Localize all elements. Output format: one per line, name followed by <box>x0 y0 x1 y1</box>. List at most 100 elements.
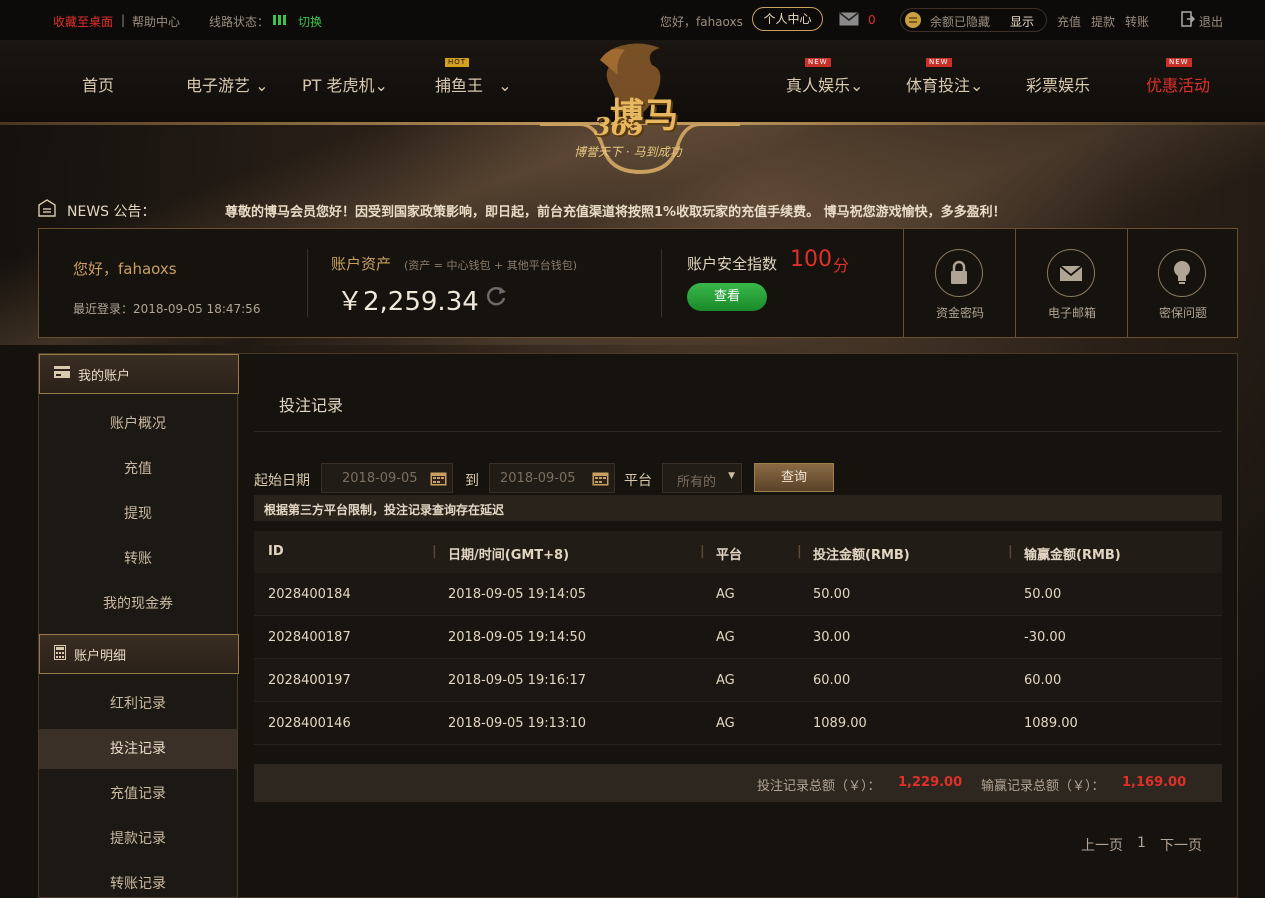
sidebar-item-overview[interactable]: 账户概况 <box>39 404 237 444</box>
table-row: 2028400184 2018-09-05 19:14:05 AG 50.00 … <box>254 573 1222 616</box>
total-win-value: 1,169.00 <box>1122 775 1187 790</box>
cell-datetime: 2018-09-05 19:13:10 <box>448 716 587 731</box>
show-balance-link[interactable]: 显示 <box>1010 13 1034 30</box>
account-summary-card: 您好，fahaoxs 最近登录：2018-09-05 18:47:56 账户资产… <box>38 228 1238 338</box>
table-row: 2028400197 2018-09-05 19:16:17 AG 60.00 … <box>254 659 1222 702</box>
hot-badge: HOT <box>445 58 470 67</box>
fund-password-tile[interactable]: 资金密码 <box>903 229 1015 337</box>
sidebar-item-deposit[interactable]: 充值 <box>39 449 237 489</box>
query-button[interactable]: 查询 <box>754 463 834 492</box>
sidebar-section-label: 我的账户 <box>78 368 131 384</box>
news-label: NEWS 公告： <box>67 204 156 220</box>
prev-page-button[interactable]: 上一页 <box>1081 835 1123 855</box>
new-badge: NEW <box>926 58 952 67</box>
table-header: ID | 日期/时间(GMT+8) | 平台 | 投注金额(RMB) | 输赢金… <box>254 531 1222 573</box>
platform-selected: 所有的 <box>677 475 717 490</box>
account-greeting: 您好，fahaoxs <box>73 260 177 278</box>
transfer-link[interactable]: 转账 <box>1125 13 1149 30</box>
news-icon <box>38 199 56 221</box>
calendar-icon[interactable] <box>430 470 447 490</box>
nav-live-casino[interactable]: 真人娱乐⌄ <box>786 72 863 96</box>
fund-password-label: 资金密码 <box>935 306 984 320</box>
nav-fishing-label: 捕鱼王 <box>435 76 484 95</box>
mail-icon[interactable] <box>839 12 859 29</box>
help-center-link[interactable]: 帮助中心 <box>132 13 180 30</box>
sidebar-section-details[interactable]: 账户明细 <box>39 634 239 674</box>
calendar-icon[interactable] <box>592 470 609 490</box>
news-marquee[interactable]: 尊敬的博马会员您好！因受到国家政策影响，即日起，前台充值渠道将按照1%收取玩家的… <box>225 201 1006 220</box>
bulb-icon <box>1158 249 1206 297</box>
assets-value: ￥2,259.34 <box>337 287 479 317</box>
personal-center-button[interactable]: 个人中心 <box>752 7 823 31</box>
assets-note: (资产 = 中心钱包 + 其他平台钱包) <box>404 259 578 272</box>
cell-id: 2028400146 <box>268 716 351 731</box>
next-page-button[interactable]: 下一页 <box>1160 835 1202 855</box>
cell-datetime: 2018-09-05 19:14:05 <box>448 587 587 602</box>
cell-id: 2028400197 <box>268 673 351 688</box>
cell-bet: 60.00 <box>813 673 851 688</box>
sidebar: 我的账户 账户概况 充值 提现 转账 我的现金券 账户明细 红利记录 投注记录 … <box>38 353 239 898</box>
nav-promotions[interactable]: 优惠活动 <box>1146 72 1210 96</box>
withdraw-link[interactable]: 提款 <box>1091 13 1115 30</box>
mail-icon <box>1047 249 1095 297</box>
email-label: 电子邮箱 <box>1047 306 1096 320</box>
logout-icon[interactable] <box>1181 11 1196 30</box>
delay-notice: 根据第三方平台限制，投注记录查询存在延迟 <box>254 495 1222 521</box>
col-separator: | <box>1008 544 1013 559</box>
col-id: ID <box>268 544 284 559</box>
nav-pt-slots[interactable]: PT 老虎机⌄ <box>302 72 388 96</box>
sidebar-item-bet-records[interactable]: 投注记录 <box>39 729 237 769</box>
deposit-link[interactable]: 充值 <box>1057 13 1081 30</box>
nav-slots[interactable]: 电子游艺 ⌄ <box>186 72 269 96</box>
end-date-input[interactable]: 2018-09-05 <box>489 463 615 493</box>
assets-label: 账户资产 <box>331 255 392 273</box>
sidebar-section-my-account[interactable]: 我的账户 <box>39 354 239 394</box>
add-to-desktop-link[interactable]: 收藏至桌面 <box>53 13 113 30</box>
platform-select[interactable]: 所有的 ▼ <box>662 463 742 493</box>
cell-bet: 50.00 <box>813 587 851 602</box>
logo-number: 365 <box>594 112 645 141</box>
sidebar-item-withdraw-records[interactable]: 提款记录 <box>39 819 237 859</box>
lock-icon <box>935 249 983 297</box>
start-date-value: 2018-09-05 <box>342 471 418 486</box>
page-title: 投注记录 <box>279 396 344 415</box>
mail-count: 0 <box>868 13 876 27</box>
sidebar-item-transfer-records[interactable]: 转账记录 <box>39 864 237 898</box>
switch-line-link[interactable]: 切换 <box>298 13 322 30</box>
coin-icon <box>904 11 922 32</box>
nav-fishing[interactable]: 捕鱼王 ⌄ <box>435 72 512 96</box>
security-question-label: 密保问题 <box>1158 306 1207 320</box>
to-label: 到 <box>465 473 479 489</box>
sidebar-item-transfer[interactable]: 转账 <box>39 539 237 579</box>
security-unit: 分 <box>833 256 850 275</box>
nav-lottery[interactable]: 彩票娱乐 <box>1026 72 1090 96</box>
site-logo[interactable]: 博马 365 博誉天下 · 马到成功 <box>540 40 740 175</box>
sidebar-item-withdraw[interactable]: 提现 <box>39 494 237 534</box>
card-icon <box>54 366 70 382</box>
divider <box>661 249 662 317</box>
main-panel: 投注记录 起始日期 2018-09-05 到 2018-09-05 平台 所有的… <box>239 353 1238 898</box>
separator: | <box>121 13 126 27</box>
sidebar-item-deposit-records[interactable]: 充值记录 <box>39 774 237 814</box>
col-separator: | <box>432 544 437 559</box>
cell-win: 60.00 <box>1024 673 1062 688</box>
start-date-input[interactable]: 2018-09-05 <box>321 463 453 493</box>
cell-datetime: 2018-09-05 19:16:17 <box>448 673 587 688</box>
security-question-tile[interactable]: 密保问题 <box>1127 229 1237 337</box>
page-number[interactable]: 1 <box>1137 835 1146 851</box>
logout-link[interactable]: 退出 <box>1199 13 1223 30</box>
new-badge: NEW <box>805 58 831 67</box>
nav-home[interactable]: 首页 <box>82 72 114 96</box>
last-login: 最近登录：2018-09-05 18:47:56 <box>73 302 261 316</box>
email-tile[interactable]: 电子邮箱 <box>1015 229 1127 337</box>
col-datetime: 日期/时间(GMT+8) <box>448 548 570 563</box>
chevron-down-icon: ⌄ <box>255 76 269 95</box>
check-security-button[interactable]: 查看 <box>687 283 767 311</box>
sidebar-section-label: 账户明细 <box>74 648 127 664</box>
nav-sports[interactable]: 体育投注⌄ <box>906 72 983 96</box>
divider <box>254 431 1222 432</box>
sidebar-item-coupons[interactable]: 我的现金券 <box>39 584 237 624</box>
sidebar-item-bonus-records[interactable]: 红利记录 <box>39 684 237 724</box>
line-status-label: 线路状态： <box>209 15 270 29</box>
refresh-icon[interactable] <box>484 284 508 312</box>
